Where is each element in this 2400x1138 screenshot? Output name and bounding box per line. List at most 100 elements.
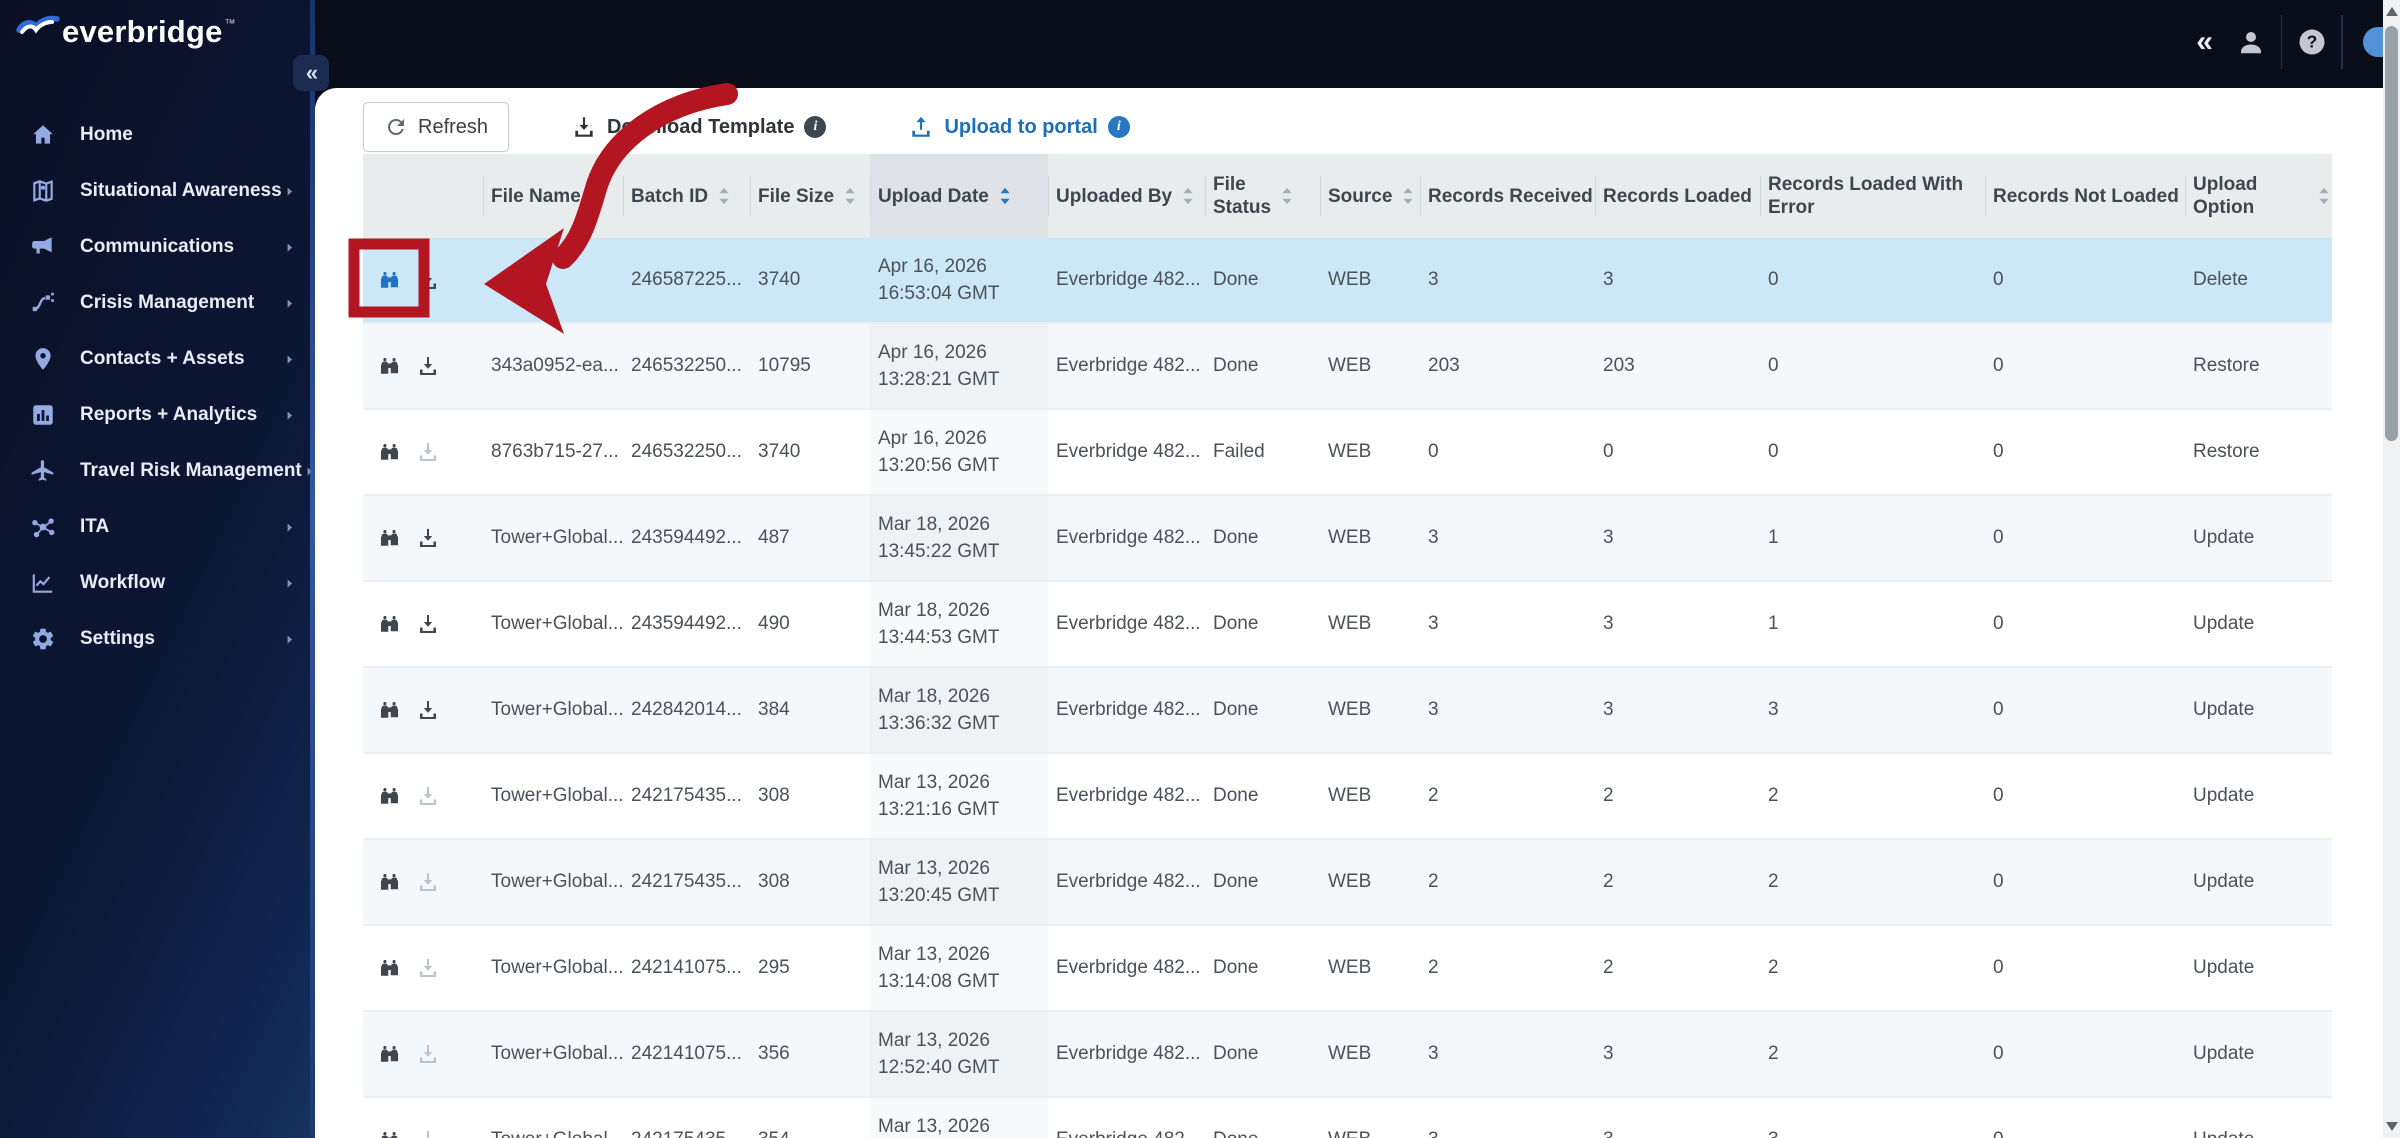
binoculars-view-icon[interactable] [377, 612, 402, 637]
table-row[interactable]: ... 246587225... 3740 Apr 16, 2026 16:53:04 … [363, 238, 2332, 322]
table-row[interactable]: 8763b715-27... 246532250... 3740 Apr 16, 20… [363, 408, 2332, 494]
binoculars-view-icon[interactable] [377, 354, 402, 379]
sidebar-item-workflow[interactable]: Workflow [0, 555, 315, 611]
cell-uploaded-by: Everbridge 482... [1056, 785, 1201, 806]
download-file-icon [416, 784, 440, 808]
column-header-file_status[interactable]: File Status [1205, 154, 1320, 238]
cell-records-received: 3 [1428, 699, 1439, 720]
binoculars-view-icon[interactable] [377, 870, 402, 895]
sidebar-item-contacts-assets[interactable]: Contacts + Assets [0, 331, 315, 387]
cell-records-received: 3 [1428, 527, 1439, 548]
cell-file-status: Done [1213, 355, 1259, 376]
column-header-upload_option[interactable]: Upload Option [2185, 154, 2332, 238]
binoculars-view-icon[interactable] [377, 526, 402, 551]
cell-uploaded-by: Everbridge 482... [1056, 355, 1201, 376]
sidebar: everbridge ™ Home Situational Awareness Co… [0, 0, 315, 1138]
cell-batch-id: 242175435... [631, 871, 742, 892]
table-row[interactable]: Tower+Global... 243594492... 487 Mar 18, 20… [363, 494, 2332, 580]
cell-records-loaded: 3 [1603, 613, 1614, 634]
scroll-up-arrow-icon[interactable] [2386, 7, 2398, 16]
column-header-records_received: Records Received [1420, 154, 1595, 238]
sidebar-nav: Home Situational Awareness Communications C… [0, 107, 315, 667]
cell-upload-option: Update [2193, 785, 2255, 806]
cell-records-loaded: 3 [1603, 1043, 1614, 1064]
binoculars-view-icon[interactable] [377, 440, 402, 465]
vertical-scrollbar[interactable] [2383, 0, 2400, 1138]
column-header-uploaded_by[interactable]: Uploaded By [1048, 154, 1205, 238]
download-file-icon[interactable] [416, 268, 440, 292]
collapse-header-icon[interactable]: « [2180, 14, 2227, 70]
info-icon[interactable]: i [804, 116, 827, 138]
megaphone-icon [28, 234, 58, 260]
cell-records-received: 3 [1428, 1043, 1439, 1064]
upload-date-line1: Mar 13, 2026 [878, 858, 990, 879]
cell-file-name: Tower+Global... [491, 527, 624, 548]
table-row[interactable]: Tower+Global... 242175435... 308 Mar 13, 20… [363, 752, 2332, 838]
sidebar-item-travel-risk-management[interactable]: Travel Risk Management [0, 443, 315, 499]
refresh-label: Refresh [418, 115, 489, 138]
table-row[interactable]: Tower+Global... 243594492... 490 Mar 18, 20… [363, 580, 2332, 666]
download-file-icon[interactable] [416, 698, 440, 722]
table-row[interactable]: Tower+Global... 242842014... 384 Mar 18, 20… [363, 666, 2332, 752]
binoculars-view-icon[interactable] [377, 1128, 402, 1138]
route-icon [28, 290, 58, 316]
cell-records-loaded: 2 [1603, 871, 1614, 892]
cell-records-not-loaded: 0 [1993, 699, 2004, 720]
cell-upload-option: Restore [2193, 355, 2260, 376]
table-row[interactable]: Tower+Global... 242175435... 308 Mar 13, 20… [363, 838, 2332, 924]
sort-icon [1279, 186, 1295, 206]
binoculars-view-icon[interactable] [377, 268, 402, 293]
cell-upload-date: Mar 13, 2026 12:52:40 GMT [870, 1012, 1048, 1096]
user-profile-icon[interactable] [2227, 14, 2274, 70]
table-row[interactable]: Tower+Global... 242141075... 356 Mar 13, 20… [363, 1010, 2332, 1096]
binoculars-view-icon[interactable] [377, 698, 402, 723]
table-row[interactable]: 343a0952-ea... 246532250... 10795 Apr 16, 2… [363, 322, 2332, 408]
download-file-icon[interactable] [416, 526, 440, 550]
cell-batch-id: 242141075... [631, 957, 742, 978]
sidebar-collapse-button[interactable]: « [293, 55, 329, 91]
refresh-button[interactable]: Refresh [363, 102, 510, 152]
cell-file-status: Done [1213, 699, 1259, 720]
column-header-records_not_loaded: Records Not Loaded [1985, 154, 2185, 238]
download-template-label: Download Template [607, 115, 795, 138]
binoculars-view-icon[interactable] [377, 956, 402, 981]
upload-to-portal-button[interactable]: Upload to portal i [908, 114, 1130, 140]
info-icon[interactable]: i [1107, 116, 1130, 138]
chevron-right-icon [282, 632, 297, 647]
cell-file-status: Done [1205, 1098, 1320, 1138]
help-icon[interactable]: ? [2288, 14, 2335, 70]
scroll-down-arrow-icon[interactable] [2386, 1122, 2398, 1131]
scrollbar-thumb[interactable] [2385, 26, 2398, 441]
download-file-icon[interactable] [416, 612, 440, 636]
table-row[interactable]: Tower+Global...242175435...354Mar 13, 20… [363, 1096, 2332, 1138]
sidebar-item-settings[interactable]: Settings [0, 611, 315, 667]
download-file-icon[interactable] [416, 354, 440, 378]
table-row[interactable]: Tower+Global... 242141075... 295 Mar 13, 20… [363, 924, 2332, 1010]
cell-file-size: 308 [758, 871, 790, 892]
sidebar-item-home[interactable]: Home [0, 107, 315, 163]
sidebar-item-crisis-management[interactable]: Crisis Management [0, 275, 315, 331]
chevron-right-icon [282, 296, 297, 311]
binoculars-view-icon[interactable] [377, 784, 402, 809]
table-body: ... 246587225... 3740 Apr 16, 2026 16:53:04 … [363, 238, 2332, 1138]
cell-file-status: Failed [1213, 441, 1265, 462]
upload-date-line2: 13:45:22 GMT [878, 541, 1000, 562]
sidebar-item-situational-awareness[interactable]: Situational Awareness [0, 163, 315, 219]
column-header-batch_id[interactable]: Batch ID [623, 154, 750, 238]
cell-upload-option: Update [2193, 871, 2255, 892]
sidebar-item-reports-analytics[interactable]: Reports + Analytics [0, 387, 315, 443]
column-header-file_name[interactable]: File Name [483, 154, 623, 238]
column-header-source[interactable]: Source [1320, 154, 1420, 238]
sidebar-item-communications[interactable]: Communications [0, 219, 315, 275]
cell-uploaded-by: Everbridge 482... [1056, 871, 1201, 892]
sidebar-item-ita[interactable]: ITA [0, 499, 315, 555]
chevron-right-icon [282, 184, 297, 199]
column-label: File Name [491, 185, 581, 207]
sort-icon [842, 186, 858, 206]
download-template-button[interactable]: Download Template i [571, 114, 827, 140]
binoculars-view-icon[interactable] [377, 1042, 402, 1067]
column-header-upload_date[interactable]: Upload Date [870, 154, 1048, 238]
sidebar-item-label: Workflow [80, 572, 166, 593]
column-header-file_size[interactable]: File Size [750, 154, 870, 238]
sidebar-item-label: Settings [80, 628, 155, 649]
